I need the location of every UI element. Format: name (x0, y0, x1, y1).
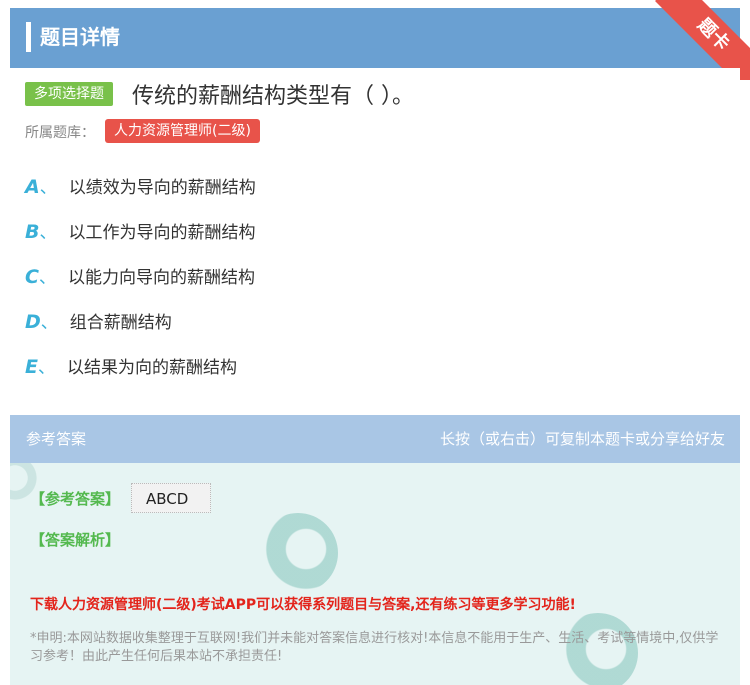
option-separator: 、 (39, 223, 57, 243)
question-type-badge: 多项选择题 (25, 82, 113, 106)
option-text: 组合薪酬结构 (69, 313, 172, 333)
header-bar: 题目详情 (10, 8, 740, 68)
answer-section-title: 参考答案 (26, 430, 87, 448)
option-separator: 、 (37, 358, 55, 378)
option-e[interactable]: E、 以结果为向的薪酬结构 (25, 352, 237, 382)
option-separator: 、 (38, 268, 56, 288)
option-text: 以结果为向的薪酬结构 (66, 358, 237, 378)
option-text: 以绩效为导向的薪酬结构 (68, 178, 256, 198)
option-b[interactable]: B、 以工作为导向的薪酬结构 (25, 217, 255, 247)
disclaimer-text: *申明:本网站数据收集整理于互联网!我们并未能对答案信息进行核对!本信息不能用于… (30, 631, 719, 664)
bank-badge[interactable]: 人力资源管理师(二级) (105, 119, 260, 143)
share-hint: 长按（或右击）可复制本题卡或分享给好友 (439, 430, 725, 448)
analysis-label: 【答案解析】 (30, 531, 121, 549)
option-text: 以能力向导向的薪酬结构 (67, 268, 255, 288)
answer-header: 参考答案 长按（或右击）可复制本题卡或分享给好友 (10, 415, 740, 463)
option-letter: D (25, 311, 41, 333)
page-title: 题目详情 (40, 25, 120, 49)
header-accent-bar (26, 22, 31, 52)
watermark-logo-icon (258, 513, 338, 593)
option-letter: A (25, 176, 40, 198)
app-promo-link[interactable]: 下载人力资源管理师(二级)考试APP可以获得系列题目与答案,还有练习等更多学习功… (30, 594, 576, 614)
option-letter: E (25, 356, 38, 378)
option-letter: C (25, 266, 39, 288)
option-c[interactable]: C、 以能力向导向的薪酬结构 (25, 262, 255, 292)
bank-label: 所属题库： (25, 125, 95, 141)
question-card: 多项选择题 传统的薪酬结构类型有（ ）。 所属题库： 人力资源管理师(二级) A… (10, 68, 740, 415)
question-text: 传统的薪酬结构类型有（ ）。 (132, 84, 414, 109)
option-letter: B (25, 221, 40, 243)
option-separator: 、 (40, 313, 58, 333)
option-d[interactable]: D、 组合薪酬结构 (25, 307, 172, 337)
answer-body: 【参考答案】 ABCD 【答案解析】 下载人力资源管理师(二级)考试APP可以获… (10, 463, 740, 685)
answer-label: 【参考答案】 (30, 490, 121, 508)
option-a[interactable]: A、 以绩效为导向的薪酬结构 (25, 172, 256, 202)
option-separator: 、 (39, 178, 57, 198)
option-text: 以工作为导向的薪酬结构 (68, 223, 256, 243)
answer-value[interactable]: ABCD (131, 483, 211, 513)
